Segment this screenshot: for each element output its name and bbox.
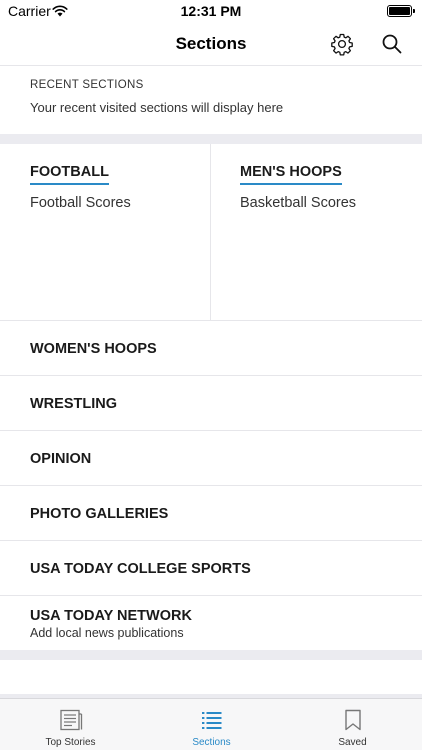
page-title: Sections <box>175 34 247 53</box>
tab-top-stories[interactable]: Top Stories <box>0 699 141 750</box>
section-item-usa-today-network[interactable]: USA TODAY NETWORK Add local news publica… <box>0 596 422 652</box>
section-link-basketball-scores[interactable]: Basketball Scores <box>240 195 356 211</box>
section-item-photo-galleries[interactable]: PHOTO GALLERIES <box>0 486 422 541</box>
recent-sections-empty-text: Your recent visited sections will displa… <box>30 100 284 115</box>
search-icon[interactable] <box>380 32 404 56</box>
network-subtitle: Add local news publications <box>30 626 184 640</box>
list-icon <box>202 712 222 729</box>
status-time: 12:31 PM <box>180 3 242 19</box>
empty-area <box>0 660 422 694</box>
newspaper-icon <box>60 709 83 731</box>
status-bar: Carrier 12:31 PM <box>0 0 422 22</box>
section-card-football[interactable]: FOOTBALL Football Scores <box>0 144 211 320</box>
list-item-label: USA TODAY COLLEGE SPORTS <box>30 561 251 577</box>
section-title-mens-hoops[interactable]: MEN'S HOOPS <box>240 164 342 185</box>
tab-label: Top Stories <box>45 737 96 748</box>
section-item-wrestling[interactable]: WRESTLING <box>0 376 422 431</box>
tab-bar: Top Stories Sections Saved <box>0 698 422 750</box>
section-link-football-scores[interactable]: Football Scores <box>30 195 131 211</box>
list-item-label: WOMEN'S HOOPS <box>30 341 157 357</box>
tab-label: Sections <box>192 737 231 748</box>
section-item-opinion[interactable]: OPINION <box>0 431 422 486</box>
section-item-womens-hoops[interactable]: WOMEN'S HOOPS <box>0 321 422 376</box>
list-item-label: USA TODAY NETWORK <box>30 608 192 624</box>
section-item-usa-today-college-sports[interactable]: USA TODAY COLLEGE SPORTS <box>0 541 422 596</box>
list-item-label: OPINION <box>30 451 92 467</box>
tab-sections[interactable]: Sections <box>141 699 282 750</box>
navigation-bar: Sections <box>0 22 422 66</box>
battery-icon <box>387 5 415 17</box>
featured-sections-grid: FOOTBALL Football Scores MEN'S HOOPS Bas… <box>0 144 422 321</box>
list-item-label: PHOTO GALLERIES <box>30 506 169 522</box>
section-divider <box>0 650 422 660</box>
recent-sections: RECENT SECTIONS Your recent visited sect… <box>0 66 422 134</box>
section-divider <box>0 134 422 144</box>
bookmark-icon <box>345 709 361 731</box>
sections-list: WOMEN'S HOOPS WRESTLING OPINION PHOTO GA… <box>0 321 422 652</box>
section-card-mens-hoops[interactable]: MEN'S HOOPS Basketball Scores <box>211 144 422 320</box>
tab-saved[interactable]: Saved <box>282 699 422 750</box>
section-title-football[interactable]: FOOTBALL <box>30 164 109 185</box>
list-item-label: WRESTLING <box>30 396 117 412</box>
settings-gear-icon[interactable] <box>330 32 354 56</box>
tab-label: Saved <box>338 737 367 748</box>
recent-sections-title: RECENT SECTIONS <box>30 79 144 91</box>
